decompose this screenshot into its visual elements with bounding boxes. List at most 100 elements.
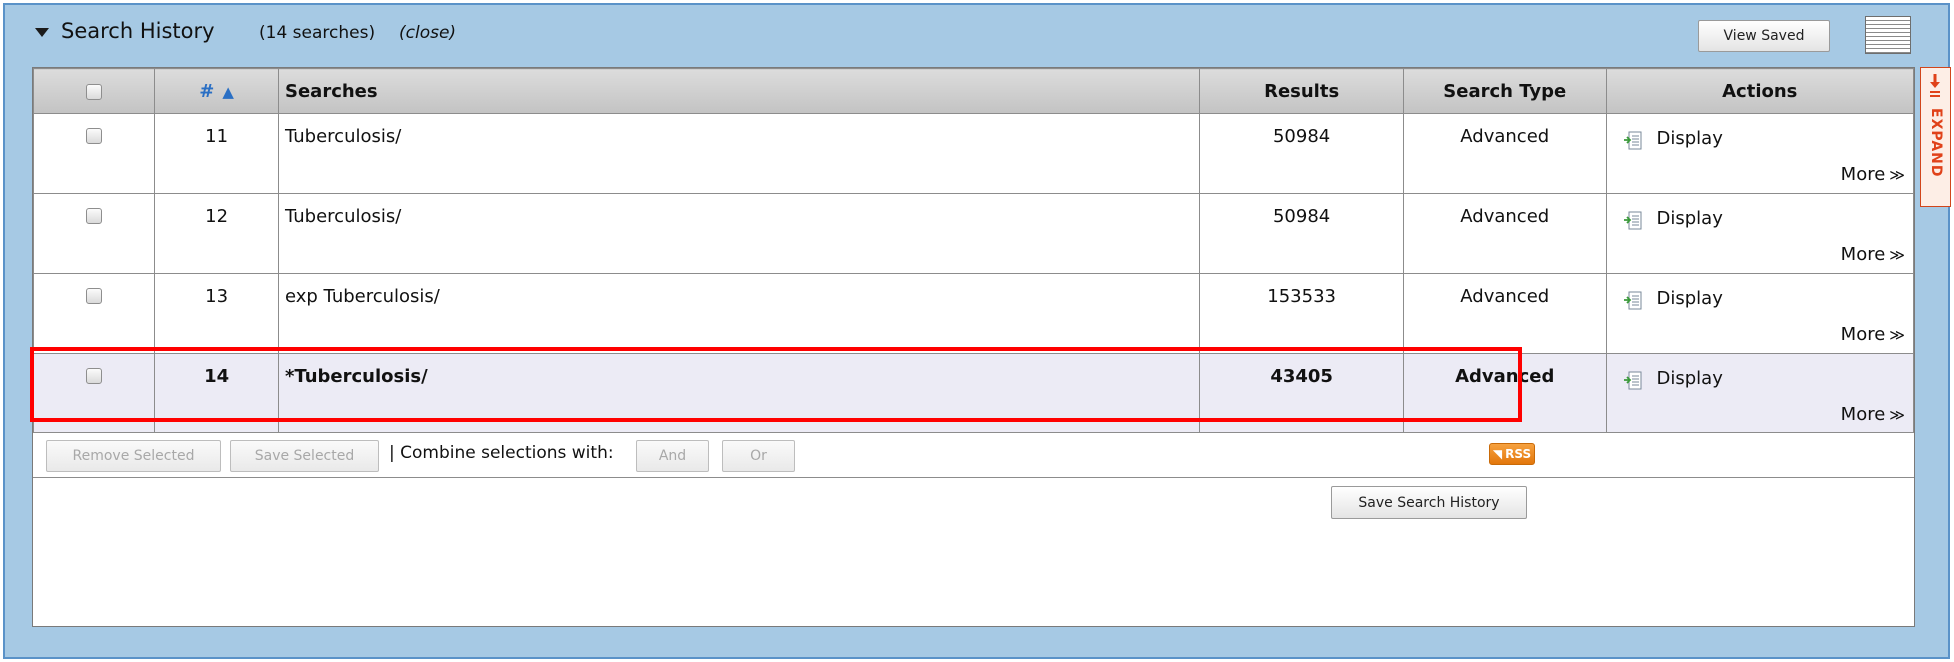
row-number: 13 bbox=[205, 286, 229, 307]
columns-toggle-icon[interactable] bbox=[1865, 16, 1911, 54]
result-count: 50984 bbox=[1272, 206, 1331, 227]
column-header-search-type: Search Type bbox=[1403, 68, 1607, 114]
double-chevron-right-icon: ≫ bbox=[1889, 406, 1905, 424]
row-search-cell: *Tuberculosis/ bbox=[277, 353, 1201, 434]
row-select-cell bbox=[32, 113, 156, 194]
row-number: 11 bbox=[205, 126, 229, 147]
panel-title: Search History bbox=[61, 19, 215, 43]
display-document-icon[interactable] bbox=[1623, 211, 1643, 231]
table-row: 11 Tuberculosis/ 50984 Advanced Display … bbox=[32, 113, 1914, 194]
select-all-checkbox[interactable] bbox=[86, 83, 103, 100]
display-document-icon[interactable] bbox=[1623, 371, 1643, 391]
row-actions-cell: Display More ≫ bbox=[1605, 273, 1914, 354]
more-link[interactable]: More ≫ bbox=[1841, 404, 1905, 425]
double-chevron-right-icon: ≫ bbox=[1889, 166, 1905, 184]
more-link[interactable]: More ≫ bbox=[1841, 164, 1905, 185]
row-number: 14 bbox=[204, 366, 230, 387]
row-search-cell: Tuberculosis/ bbox=[277, 193, 1201, 274]
row-type-cell: Advanced bbox=[1403, 113, 1607, 194]
more-label: More bbox=[1840, 324, 1886, 345]
row-select-cell bbox=[32, 273, 156, 354]
display-link[interactable]: Display bbox=[1657, 368, 1723, 389]
save-selected-button[interactable]: Save Selected bbox=[230, 440, 379, 472]
row-checkbox[interactable] bbox=[86, 368, 103, 384]
search-history-table-container: # ▲ Searches Results Search Type Actions … bbox=[32, 67, 1915, 627]
row-select-cell bbox=[32, 353, 156, 434]
search-query: Tuberculosis/ bbox=[285, 206, 402, 227]
result-count: 50984 bbox=[1272, 126, 1331, 147]
table-header-row: # ▲ Searches Results Search Type Actions bbox=[32, 68, 1914, 114]
panel-header: Search History (14 searches) (close) Vie… bbox=[5, 5, 1948, 61]
remove-selected-button[interactable]: Remove Selected bbox=[46, 440, 221, 472]
save-search-history-button[interactable]: Save Search History bbox=[1331, 486, 1527, 519]
more-label: More bbox=[1840, 244, 1886, 265]
table-row: 12 Tuberculosis/ 50984 Advanced Display … bbox=[32, 193, 1914, 274]
search-count: (14 searches) bbox=[259, 23, 376, 43]
table-row-selected: 14 *Tuberculosis/ 43405 Advanced Display… bbox=[32, 353, 1914, 434]
row-number-cell: 14 bbox=[154, 353, 279, 434]
row-checkbox[interactable] bbox=[86, 208, 103, 224]
selection-toolbar: Remove Selected Save Selected | Combine … bbox=[33, 432, 1914, 477]
more-link[interactable]: More ≫ bbox=[1841, 244, 1905, 265]
display-document-icon[interactable] bbox=[1623, 291, 1643, 311]
display-document-icon[interactable] bbox=[1623, 131, 1643, 151]
column-header-number[interactable]: # ▲ bbox=[154, 68, 279, 114]
row-type-cell: Advanced bbox=[1403, 193, 1607, 274]
row-number: 12 bbox=[205, 206, 229, 227]
sort-ascending-icon[interactable]: ▲ bbox=[222, 83, 234, 101]
double-chevron-right-icon: ≫ bbox=[1889, 326, 1905, 344]
row-type-cell: Advanced bbox=[1403, 353, 1607, 434]
search-type: Advanced bbox=[1460, 126, 1550, 147]
column-header-actions: Actions bbox=[1605, 68, 1914, 114]
result-count: 43405 bbox=[1270, 366, 1333, 387]
rss-label: RSS bbox=[1505, 447, 1532, 461]
number-header-label: # bbox=[199, 80, 215, 102]
or-button[interactable]: Or bbox=[722, 440, 795, 472]
collapse-triangle-icon[interactable] bbox=[35, 28, 49, 37]
row-checkbox[interactable] bbox=[86, 128, 103, 144]
column-header-searches: Searches bbox=[277, 68, 1201, 114]
search-query: exp Tuberculosis/ bbox=[285, 286, 440, 307]
row-actions-cell: Display More ≫ bbox=[1605, 113, 1914, 194]
search-history-table: # ▲ Searches Results Search Type Actions … bbox=[32, 68, 1914, 434]
more-link[interactable]: More ≫ bbox=[1841, 324, 1905, 345]
save-history-row: Save Search History bbox=[33, 477, 1914, 528]
search-type: Advanced bbox=[1460, 286, 1550, 307]
row-select-cell bbox=[32, 193, 156, 274]
close-link[interactable]: (close) bbox=[399, 23, 456, 43]
rss-feed-icon: ◥ bbox=[1492, 447, 1503, 461]
row-number-cell: 13 bbox=[154, 273, 279, 354]
row-number-cell: 12 bbox=[154, 193, 279, 274]
row-results-cell: 50984 bbox=[1199, 113, 1404, 194]
double-chevron-right-icon: ≫ bbox=[1889, 246, 1905, 264]
more-label: More bbox=[1840, 404, 1886, 425]
display-link[interactable]: Display bbox=[1657, 288, 1723, 309]
row-number-cell: 11 bbox=[154, 113, 279, 194]
more-label: More bbox=[1840, 164, 1886, 185]
search-type: Advanced bbox=[1460, 206, 1550, 227]
expand-tab[interactable]: EXPAND bbox=[1920, 67, 1951, 207]
row-search-cell: Tuberculosis/ bbox=[277, 113, 1201, 194]
row-type-cell: Advanced bbox=[1403, 273, 1607, 354]
search-history-panel: Search History (14 searches) (close) Vie… bbox=[3, 3, 1951, 659]
row-results-cell: 43405 bbox=[1199, 353, 1404, 434]
display-link[interactable]: Display bbox=[1657, 208, 1723, 229]
search-type: Advanced bbox=[1455, 366, 1555, 387]
and-button[interactable]: And bbox=[636, 440, 709, 472]
select-all-header bbox=[32, 68, 156, 114]
view-saved-button[interactable]: View Saved bbox=[1698, 20, 1830, 52]
search-query: *Tuberculosis/ bbox=[285, 366, 428, 387]
column-header-results: Results bbox=[1199, 68, 1404, 114]
row-search-cell: exp Tuberculosis/ bbox=[277, 273, 1201, 354]
row-results-cell: 153533 bbox=[1199, 273, 1404, 354]
combine-selections-label: | Combine selections with: bbox=[389, 443, 614, 463]
row-results-cell: 50984 bbox=[1199, 193, 1404, 274]
result-count: 153533 bbox=[1267, 286, 1336, 307]
rss-button[interactable]: ◥ RSS bbox=[1489, 443, 1535, 465]
search-query: Tuberculosis/ bbox=[285, 126, 402, 147]
row-checkbox[interactable] bbox=[86, 288, 103, 304]
display-link[interactable]: Display bbox=[1657, 128, 1723, 149]
table-row: 13 exp Tuberculosis/ 153533 Advanced Dis… bbox=[32, 273, 1914, 354]
expand-label: EXPAND bbox=[1928, 108, 1944, 178]
arrow-down-icon bbox=[1930, 74, 1940, 97]
